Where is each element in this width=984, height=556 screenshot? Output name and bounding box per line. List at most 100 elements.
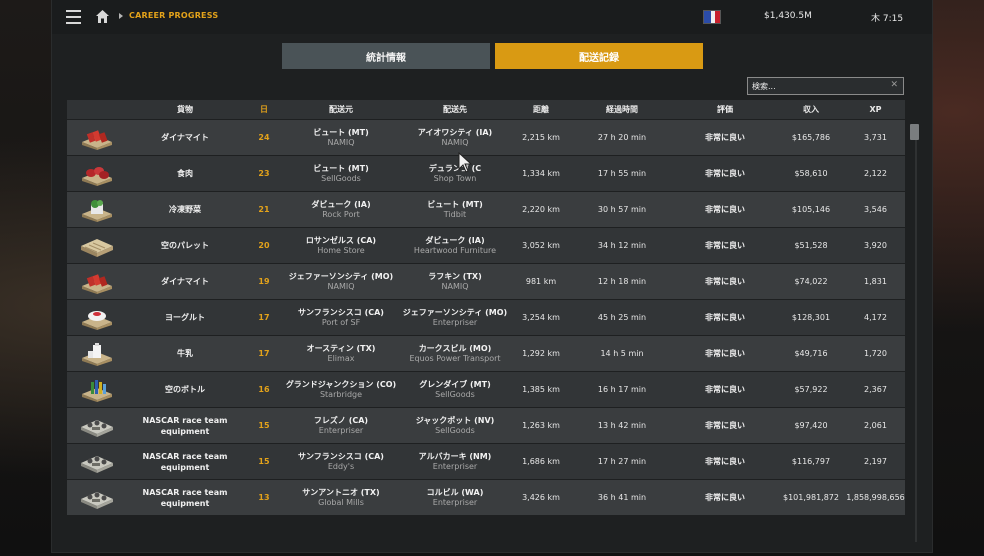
column-header-rating[interactable]: 評価 [674,104,776,115]
time-value: 34 h 12 min [597,241,647,250]
destination-city: ダビューク (IA) [425,235,485,245]
table-row[interactable]: NASCAR race team equipment 15 フレズノ (CA) Ent… [67,408,905,443]
distance-value: 981 km [525,277,557,286]
table-row[interactable]: ダイナマイト 19 ジェファーソンシティ (MO) NAMIQ ラフキン (TX) NAM… [67,264,905,299]
source-company: Global Mills [318,497,364,507]
home-icon[interactable] [95,9,110,24]
day-value: 19 [258,277,270,286]
cargo-name: NASCAR race team equipment [142,415,228,436]
source-company: Enterpriser [318,425,364,435]
distance-value: 3,426 km [522,493,560,502]
breadcrumb[interactable]: CAREER PROGRESS [129,11,218,20]
source-cell: サンフランシスコ (CA) Eddy's [284,452,398,472]
table-row[interactable]: 空のボトル 16 グランドジャンクション (CO) Starbridge グレンダイブ … [67,372,905,407]
table-row[interactable]: 食肉 23 ビュート (MT) SellGoods デュランゴ (C Shop Town 1… [67,156,905,191]
revenue-value: $57,922 [794,385,828,394]
xp-value: 2,367 [864,385,887,394]
table-row[interactable]: ダイナマイト 24 ビュート (MT) NAMIQ アイオワシティ (IA) NAMIQ 2… [67,120,905,155]
milk-crate-icon [67,342,126,366]
xp-value: 3,731 [864,133,887,142]
table-row[interactable]: NASCAR race team equipment 13 サンアントニオ (TX)… [67,480,905,515]
search-input[interactable] [752,79,880,93]
rating-value: 非常に良い [705,421,745,430]
xp-value: 2,197 [864,457,887,466]
column-header-time[interactable]: 経過時間 [570,104,674,115]
tab-delivery-log[interactable]: 配送記録 [495,43,703,69]
rating-value: 非常に良い [705,205,745,214]
rating-value: 非常に良い [705,385,745,394]
table-row[interactable]: ヨーグルト 17 サンフランシスコ (CA) Port of SF ジェファーソンシティ… [67,300,905,335]
source-city: ビュート (MT) [313,163,369,173]
column-header-source[interactable]: 配送元 [284,104,398,115]
source-cell: ロサンゼルス (CA) Home Store [284,236,398,256]
column-header-day[interactable]: 日 [244,104,284,115]
time-value: 13 h 42 min [597,421,647,430]
destination-company: SellGoods [435,425,475,435]
destination-company: Enterpriser [432,461,478,471]
distance-value: 2,220 km [522,205,560,214]
destination-cell: ラフキン (TX) NAMIQ [398,272,512,292]
search-box[interactable]: ✕ [747,77,904,95]
revenue-value: $105,146 [791,205,831,214]
revenue-value: $51,528 [794,241,828,250]
yogurt-crate-icon [67,306,126,330]
table-row[interactable]: 牛乳 17 オースティン (TX) Elimax カークスビル (MO) Equos Po… [67,336,905,371]
source-city: サンフランシスコ (CA) [298,307,384,317]
column-header-revenue[interactable]: 収入 [776,104,846,115]
menu-icon[interactable] [66,10,81,24]
destination-city: ジャックポット (NV) [415,415,495,425]
column-header-destination[interactable]: 配送先 [398,104,512,115]
race-equipment-icon [67,450,126,474]
day-value: 16 [258,385,270,394]
rating-value: 非常に良い [705,133,745,142]
game-clock: 木 7:15 [871,14,904,24]
source-company: Home Store [317,245,365,255]
day-value: 23 [258,169,270,178]
destination-company: Tidbit [443,209,467,219]
table-row[interactable]: 空のパレット 20 ロサンゼルス (CA) Home Store ダビューク (IA) H… [67,228,905,263]
day-value: 17 [258,349,270,358]
source-cell: ダビューク (IA) Rock Port [284,200,398,220]
rating-value: 非常に良い [705,241,745,250]
xp-value: 3,546 [864,205,887,214]
source-company: Port of SF [321,317,361,327]
destination-company: Equos Power Transport [409,353,501,363]
revenue-value: $101,981,872 [783,493,839,502]
table-row[interactable]: NASCAR race team equipment 15 サンフランシスコ (CA… [67,444,905,479]
destination-city: デュランゴ (C [428,163,482,173]
scrollbar-thumb[interactable] [910,124,919,140]
table-row[interactable]: 冷凍野菜 21 ダビューク (IA) Rock Port ビュート (MT) Tidbit… [67,192,905,227]
source-company: Elimax [327,353,355,363]
clear-icon[interactable]: ✕ [890,80,898,90]
source-cell: グランドジャンクション (CO) Starbridge [284,380,398,400]
distance-value: 1,686 km [522,457,560,466]
source-cell: オースティン (TX) Elimax [284,344,398,364]
xp-value: 4,172 [864,313,887,322]
source-company: SellGoods [321,173,361,183]
source-company: Starbridge [319,389,363,399]
cargo-name: ヨーグルト [165,313,205,322]
destination-cell: コルビル (WA) Enterpriser [398,488,512,508]
column-header-xp[interactable]: XP [846,105,905,114]
column-header-distance[interactable]: 距離 [512,104,570,115]
bottles-crate-icon [67,378,126,402]
time-value: 16 h 17 min [597,385,647,394]
revenue-value: $58,610 [794,169,828,178]
revenue-value: $49,716 [794,349,828,358]
column-header-cargo[interactable]: 貨物 [126,104,244,115]
time-value: 27 h 20 min [597,133,647,142]
scrollbar-track[interactable] [915,124,917,542]
revenue-value: $97,420 [794,421,828,430]
destination-company: NAMIQ [441,281,469,291]
destination-cell: グレンダイブ (MT) SellGoods [398,380,512,400]
destination-company: Enterpriser [432,497,478,507]
tab-statistics[interactable]: 統計情報 [282,43,490,69]
cargo-name: 冷凍野菜 [169,205,201,214]
destination-cell: ジェファーソンシティ (MO) Enterpriser [398,308,512,328]
rating-value: 非常に良い [705,457,745,466]
destination-city: アルバカーキ (NM) [418,451,492,461]
cargo-name: 食肉 [177,169,193,178]
cargo-name: NASCAR race team equipment [142,487,228,508]
mouse-cursor-icon [458,152,472,174]
cargo-name: 空のパレット [161,241,209,250]
